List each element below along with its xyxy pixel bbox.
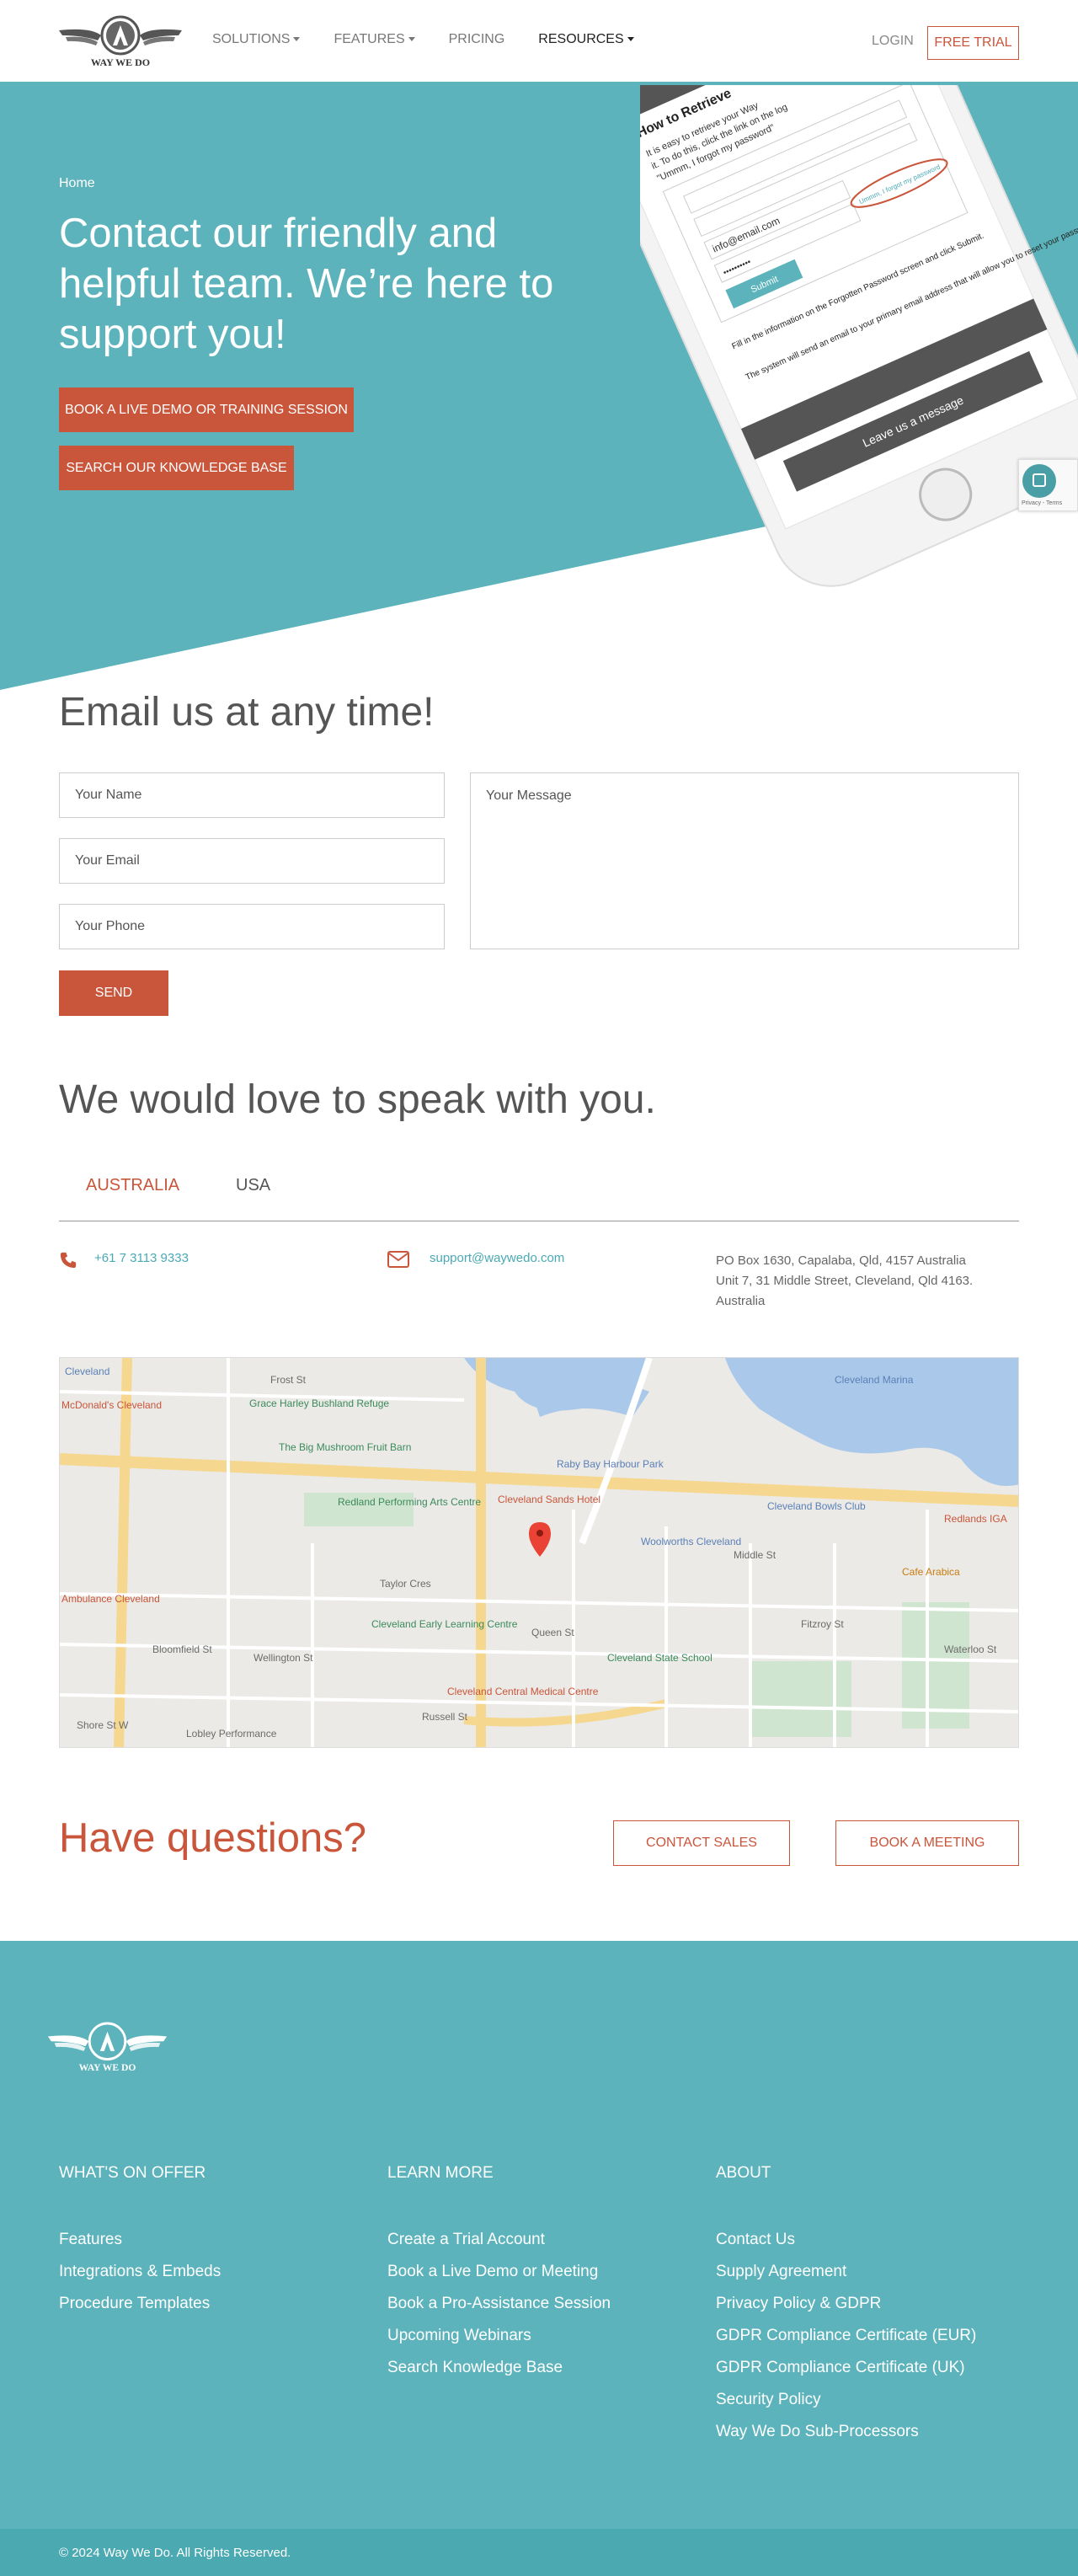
breadcrumb[interactable]: Home — [59, 176, 95, 191]
phone-field[interactable]: Your Phone — [59, 904, 445, 949]
knowledge-base-button[interactable]: SEARCH OUR KNOWLEDGE BASE — [59, 446, 294, 490]
book-demo-button[interactable]: BOOK A LIVE DEMO OR TRAINING SESSION — [59, 387, 354, 432]
top-navigation: WAY WE DO SOLUTIONS FEATURES PRICING RES… — [0, 0, 1078, 85]
email-contact[interactable]: support@waywedo.com — [387, 1251, 564, 1268]
copyright-text: © 2024 Way We Do. All Rights Reserved. — [59, 2545, 291, 2560]
copyright-bar: © 2024 Way We Do. All Rights Reserved. — [0, 2529, 1078, 2576]
svg-text:Cleveland: Cleveland — [65, 1365, 109, 1377]
nav-solutions[interactable]: SOLUTIONS — [212, 32, 301, 47]
svg-text:Lobley Performance: Lobley Performance — [186, 1728, 277, 1740]
name-field[interactable]: Your Name — [59, 772, 445, 818]
svg-text:Taylor Cres: Taylor Cres — [380, 1578, 431, 1590]
svg-text:Waterloo St: Waterloo St — [944, 1643, 997, 1655]
map-canvas[interactable]: Cleveland Frost St Grace Harley Bushland… — [60, 1358, 1019, 1748]
svg-text:The Big Mushroom Fruit Barn: The Big Mushroom Fruit Barn — [279, 1441, 411, 1453]
svg-text:Cleveland State School: Cleveland State School — [607, 1652, 712, 1664]
email-address[interactable]: support@waywedo.com — [430, 1251, 564, 1265]
country-tabs: AUSTRALIA USA — [59, 1154, 1019, 1221]
chevron-down-icon — [627, 37, 634, 42]
phone-contact[interactable]: +61 7 3113 9333 — [59, 1251, 189, 1269]
footer-link[interactable]: GDPR Compliance Certificate (EUR) — [716, 2320, 976, 2352]
svg-text:Fitzroy St: Fitzroy St — [801, 1618, 844, 1630]
svg-text:Frost St: Frost St — [270, 1374, 307, 1386]
envelope-icon — [387, 1251, 409, 1268]
location-map[interactable]: Cleveland Frost St Grace Harley Bushland… — [59, 1357, 1019, 1748]
svg-text:Redland Performing Arts Centre: Redland Performing Arts Centre — [338, 1496, 481, 1508]
footer-logo[interactable]: WAY WE DO — [46, 2022, 168, 2074]
svg-text:Redlands IGA: Redlands IGA — [944, 1513, 1007, 1525]
footer-heading: WHAT'S ON OFFER — [59, 2164, 206, 2182]
phone-icon — [60, 1252, 77, 1269]
footer-column-offer: WHAT'S ON OFFER Features Integrations & … — [59, 2164, 221, 2320]
svg-text:Cleveland Early Learning Centr: Cleveland Early Learning Centre — [371, 1618, 518, 1630]
svg-text:Cleveland Bowls Club: Cleveland Bowls Club — [767, 1500, 866, 1512]
footer-link[interactable]: Features — [59, 2224, 221, 2256]
recaptcha-badge[interactable]: Privacy - Terms — [1018, 459, 1078, 511]
send-button[interactable]: SEND — [59, 970, 168, 1016]
footer-link[interactable]: Search Knowledge Base — [387, 2352, 611, 2384]
questions-title: Have questions? — [59, 1815, 367, 1861]
page-title: Contact our friendly and helpful team. W… — [59, 211, 554, 357]
email-section-title: Email us at any time! — [59, 690, 435, 735]
phone-number[interactable]: +61 7 3113 9333 — [94, 1251, 189, 1265]
svg-text:Middle St: Middle St — [734, 1549, 776, 1561]
svg-text:McDonald's Cleveland: McDonald's Cleveland — [61, 1399, 162, 1411]
free-trial-button[interactable]: FREE TRIAL — [927, 26, 1019, 60]
svg-text:Cleveland Central Medical Cent: Cleveland Central Medical Centre — [447, 1686, 599, 1697]
footer-link[interactable]: Book a Pro-Assistance Session — [387, 2288, 611, 2320]
waywedo-logo[interactable]: WAY WE DO — [57, 15, 184, 69]
page: WAY WE DO SOLUTIONS FEATURES PRICING RES… — [0, 0, 1078, 2576]
svg-text:Cleveland Sands Hotel: Cleveland Sands Hotel — [498, 1494, 600, 1505]
footer-link[interactable]: Supply Agreement — [716, 2256, 976, 2288]
book-meeting-button[interactable]: BOOK A MEETING — [835, 1820, 1019, 1866]
svg-text:Ambulance Cleveland: Ambulance Cleveland — [61, 1593, 160, 1605]
footer-link[interactable]: Procedure Templates — [59, 2288, 221, 2320]
svg-text:Cafe Arabica: Cafe Arabica — [902, 1566, 960, 1578]
footer-column-about: ABOUT Contact Us Supply Agreement Privac… — [716, 2164, 976, 2448]
footer: WAY WE DO WHAT'S ON OFFER Features Integ… — [0, 1941, 1078, 2576]
svg-text:Queen St: Queen St — [531, 1627, 574, 1638]
hero-section: How to Retrieve It is easy to retrieve y… — [0, 85, 1078, 692]
footer-heading: LEARN MORE — [387, 2164, 494, 2182]
nav-pricing[interactable]: PRICING — [449, 32, 505, 47]
chevron-down-icon — [408, 37, 415, 42]
chevron-down-icon — [293, 37, 301, 42]
footer-link[interactable]: Security Policy — [716, 2384, 976, 2416]
speak-section-title: We would love to speak with you. — [59, 1077, 656, 1122]
contact-sales-button[interactable]: CONTACT SALES — [613, 1820, 790, 1866]
phone-mockup-image: How to Retrieve It is easy to retrieve y… — [640, 85, 1078, 587]
svg-text:Raby Bay Harbour Park: Raby Bay Harbour Park — [557, 1458, 664, 1470]
postal-address: PO Box 1630, Capalaba, Qld, 4157 Austral… — [716, 1253, 974, 1308]
svg-text:Shore St W: Shore St W — [77, 1719, 129, 1731]
svg-text:Russell St: Russell St — [422, 1711, 468, 1723]
svg-text:Woolworths Cleveland: Woolworths Cleveland — [641, 1536, 741, 1547]
svg-text:WAY WE DO: WAY WE DO — [79, 2062, 136, 2073]
message-field[interactable]: Your Message — [470, 772, 1019, 949]
nav-features[interactable]: FEATURES — [334, 32, 415, 47]
footer-link[interactable]: Integrations & Embeds — [59, 2256, 221, 2288]
tab-australia[interactable]: AUSTRALIA — [86, 1176, 179, 1195]
footer-column-learn: LEARN MORE Create a Trial Account Book a… — [387, 2164, 611, 2384]
footer-link[interactable]: Create a Trial Account — [387, 2224, 611, 2256]
footer-link[interactable]: GDPR Compliance Certificate (UK) — [716, 2352, 976, 2384]
footer-heading: ABOUT — [716, 2164, 771, 2182]
svg-text:Wellington St: Wellington St — [253, 1652, 313, 1664]
svg-text:Bloomfield St: Bloomfield St — [152, 1643, 212, 1655]
svg-text:Cleveland Marina: Cleveland Marina — [835, 1374, 914, 1386]
footer-link[interactable]: Way We Do Sub-Processors — [716, 2416, 976, 2448]
svg-text:Grace Harley Bushland Refuge: Grace Harley Bushland Refuge — [249, 1398, 389, 1409]
login-link[interactable]: LOGIN — [872, 34, 914, 49]
footer-link[interactable]: Book a Live Demo or Meeting — [387, 2256, 611, 2288]
footer-link[interactable]: Privacy Policy & GDPR — [716, 2288, 976, 2320]
chat-icon[interactable] — [1022, 464, 1056, 498]
email-field[interactable]: Your Email — [59, 838, 445, 884]
footer-link[interactable]: Contact Us — [716, 2224, 976, 2256]
footer-link[interactable]: Upcoming Webinars — [387, 2320, 611, 2352]
svg-text:WAY WE DO: WAY WE DO — [91, 56, 150, 68]
nav-resources[interactable]: RESOURCES — [538, 32, 634, 47]
tab-usa[interactable]: USA — [236, 1176, 270, 1195]
